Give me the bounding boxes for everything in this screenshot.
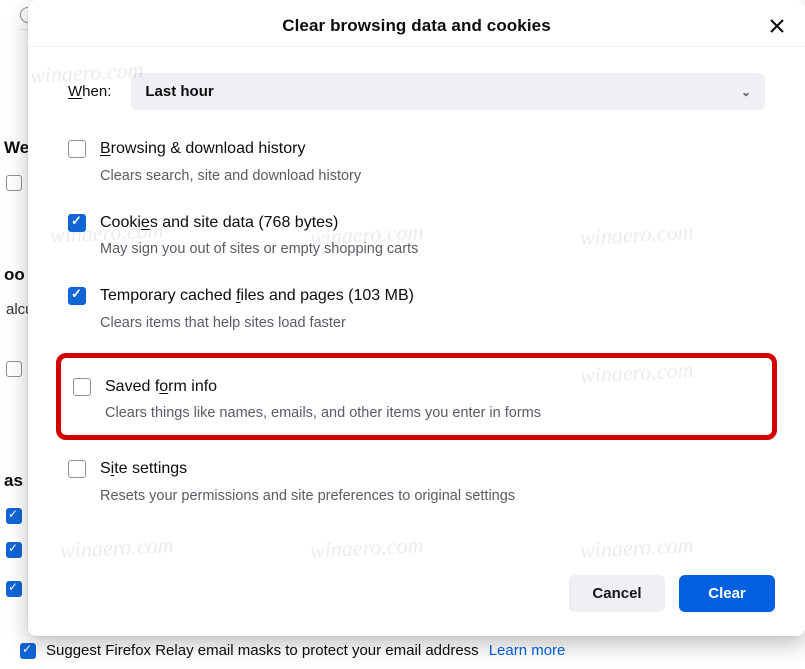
option-cookies: Cookies and site data (768 bytes) May si…: [68, 212, 765, 258]
option-cache-desc: Clears items that help sites load faster: [100, 315, 765, 331]
option-cookies-desc: May sign you out of sites or empty shopp…: [100, 241, 765, 257]
modal-header: Clear browsing data and cookies: [28, 0, 805, 46]
close-button[interactable]: [763, 12, 791, 40]
checkbox-icon: [6, 361, 22, 377]
checked-checkbox-icon: [20, 643, 36, 659]
learn-more-link[interactable]: Learn more: [489, 642, 566, 659]
checkbox-saved-forms[interactable]: [73, 378, 91, 396]
close-icon: [769, 18, 785, 34]
option-saved-forms-label[interactable]: Saved form info: [105, 376, 760, 398]
modal-title: Clear browsing data and cookies: [28, 16, 805, 36]
checked-checkbox-icon: [6, 542, 22, 558]
option-cache: Temporary cached files and pages (103 MB…: [68, 285, 765, 331]
chevron-down-icon: ⌄: [741, 85, 751, 99]
bg-suggest-relay-row[interactable]: Suggest Firefox Relay email masks to pro…: [18, 636, 787, 665]
modal-footer: Cancel Clear: [28, 565, 805, 636]
when-dropdown[interactable]: Last hour ⌄: [131, 73, 765, 110]
option-cache-label[interactable]: Temporary cached files and pages (103 MB…: [100, 285, 765, 307]
option-site-settings: Site settings Resets your permissions an…: [68, 458, 765, 504]
checked-checkbox-icon: [6, 581, 22, 597]
when-label: When:: [68, 83, 111, 100]
checked-checkbox-icon: [6, 508, 22, 524]
option-browsing-history-desc: Clears search, site and download history: [100, 168, 765, 184]
clear-button[interactable]: Clear: [679, 575, 775, 612]
checkbox-cookies[interactable]: [68, 214, 86, 232]
option-site-settings-label[interactable]: Site settings: [100, 458, 765, 480]
option-site-settings-desc: Resets your permissions and site prefere…: [100, 488, 765, 504]
option-browsing-history: Browsing & download history Clears searc…: [68, 138, 765, 184]
modal-body: When: Last hour ⌄ Browsing & download hi…: [28, 46, 805, 565]
highlight-annotation: Saved form info Clears things like names…: [56, 353, 777, 441]
option-cookies-label[interactable]: Cookies and site data (768 bytes): [100, 212, 765, 234]
when-row: When: Last hour ⌄: [68, 73, 765, 110]
clear-data-modal: Clear browsing data and cookies When: La…: [28, 0, 805, 636]
checkbox-icon: [6, 175, 22, 191]
when-dropdown-value: Last hour: [145, 83, 213, 100]
checkbox-site-settings[interactable]: [68, 460, 86, 478]
option-saved-forms-desc: Clears things like names, emails, and ot…: [105, 405, 760, 421]
checkbox-cache[interactable]: [68, 287, 86, 305]
checkbox-browsing-history[interactable]: [68, 140, 86, 158]
option-saved-forms: Saved form info Clears things like names…: [73, 376, 760, 422]
cancel-button[interactable]: Cancel: [569, 575, 665, 612]
option-browsing-history-label[interactable]: Browsing & download history: [100, 138, 765, 160]
